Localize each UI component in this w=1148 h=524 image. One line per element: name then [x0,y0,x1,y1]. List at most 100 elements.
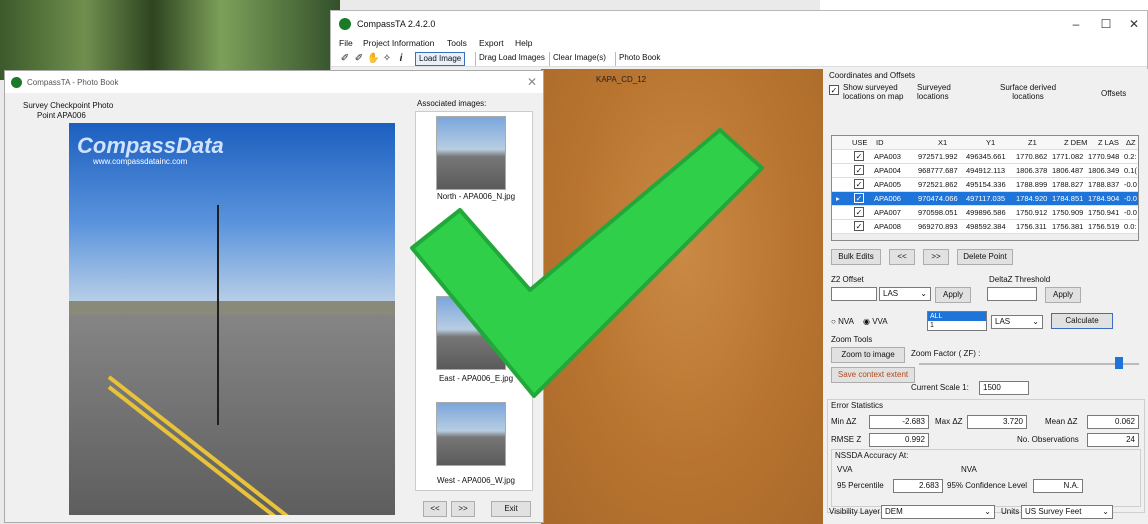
use-checkbox[interactable]: ✓ [854,221,864,231]
group-listbox[interactable]: ALL 1 [927,311,987,331]
max-dz-label: Max ΔZ [935,417,963,426]
max-dz-value: 3.720 [967,415,1027,429]
cell-id: APA006 [874,194,901,203]
maximize-icon[interactable]: ☐ [1091,15,1121,33]
surface-group-label: Surface derived locations [999,83,1057,101]
cell-id: APA005 [874,180,901,189]
pan-left-icon[interactable]: ✐ [339,52,351,65]
col-header-x1[interactable]: X1 [938,138,947,147]
min-dz-value: -2.683 [869,415,929,429]
menu-bar: File Project Information Tools Export He… [331,37,1147,51]
points-table[interactable]: USE ID X1 Y1 Z1 Z DEM Z LAS ΔZ D ✓ APA00… [831,135,1139,241]
use-checkbox[interactable]: ✓ [854,179,864,189]
cell-dz: -0.0 [1124,208,1137,217]
nva-radio[interactable]: ○ NVA [831,317,854,326]
cell-x1: 968777.687 [918,166,958,175]
prev-photo-button[interactable]: << [423,501,447,517]
prev-point-button[interactable]: << [889,249,915,265]
next-photo-button[interactable]: >> [451,501,475,517]
col-header-zlas[interactable]: Z LAS [1098,138,1119,147]
col-header-y1[interactable]: Y1 [986,138,995,147]
cell-id: APA003 [874,152,901,161]
confidence-label: 95% Confidence Level [947,481,1028,490]
table-row[interactable]: ✓ APA005 972521.862 495154.336 1788.899 … [832,178,1138,192]
zoom-factor-slider-thumb[interactable] [1115,357,1123,369]
load-image-button[interactable]: Load Image [415,52,466,66]
pointer-icon[interactable]: ✧ [381,52,393,65]
delete-point-button[interactable]: Delete Point [957,249,1013,265]
menu-help[interactable]: Help [515,38,532,48]
info-icon[interactable]: i [395,52,407,65]
col-header-id[interactable]: ID [876,138,884,147]
hand-icon[interactable]: ✋ [367,52,379,65]
window-title: CompassTA 2.4.2.0 [357,19,436,29]
col-header-use[interactable]: USE [852,138,867,147]
z2-apply-button[interactable]: Apply [935,287,971,303]
cell-dz: -0.0 [1124,194,1137,203]
cell-id: APA004 [874,166,901,175]
table-row-selected[interactable]: ▸ ✓ APA006 970474.066 497117.035 1784.92… [832,192,1138,206]
vva-radio[interactable]: ◉ VVA [863,317,888,326]
show-surveyed-checkbox[interactable]: ✓ [829,85,839,95]
visibility-layer-select[interactable]: DEM ⌄ [881,505,995,519]
bulk-edits-button[interactable]: Bulk Edits [831,249,881,265]
close-icon[interactable]: ✕ [1119,15,1148,33]
cell-dz: 0.0: [1124,222,1137,231]
close-icon[interactable]: ✕ [527,75,537,89]
col-header-dz[interactable]: ΔZ D [1126,138,1138,147]
desktop-background [0,0,340,80]
menu-tools[interactable]: Tools [447,38,467,48]
listbox-item-all[interactable]: ALL [928,312,986,321]
units-select[interactable]: US Survey Feet ⌄ [1021,505,1113,519]
listbox-item-1[interactable]: 1 [928,321,986,330]
z2-offset-input[interactable] [831,287,877,301]
calc-layer-select[interactable]: LAS ⌄ [991,315,1043,329]
table-row[interactable]: ✓ APA007 970598.051 499896.586 1750.912 … [832,206,1138,220]
deltaz-apply-button[interactable]: Apply [1045,287,1081,303]
panel-header: Coordinates and Offsets [829,71,916,80]
cell-z1: 1788.899 [1016,180,1048,189]
z2-layer-select[interactable]: LAS ⌄ [879,287,931,301]
col-header-zdem[interactable]: Z DEM [1064,138,1087,147]
col-header-z1[interactable]: Z1 [1028,138,1037,147]
mean-dz-label: Mean ΔZ [1045,417,1078,426]
cell-z1: 1770.862 [1016,152,1048,161]
use-checkbox[interactable]: ✓ [854,207,864,217]
table-row[interactable]: ✓ APA003 972571.992 496345.661 1770.862 … [832,150,1138,164]
menu-export[interactable]: Export [479,38,504,48]
zoom-to-image-button[interactable]: Zoom to image [831,347,905,363]
minimize-icon[interactable]: – [1061,15,1091,33]
checkpoint-photo: CompassData www.compassdatainc.com [69,123,395,515]
percentile-label: 95 Percentile [837,481,884,490]
calc-layer-value: LAS [995,317,1011,326]
table-row[interactable]: ✓ APA008 969270.893 498592.384 1756.311 … [832,220,1138,234]
use-checkbox[interactable]: ✓ [854,165,864,175]
cell-y1: 496345.661 [966,152,1006,161]
save-context-extent-button[interactable]: Save context extent [831,367,915,383]
offsets-group-label: Offsets [1101,89,1127,98]
current-scale-input[interactable]: 1500 [979,381,1029,395]
drag-load-images-button[interactable]: Drag Load Images [475,52,548,66]
zoom-factor-slider[interactable] [919,363,1139,365]
exit-button[interactable]: Exit [491,501,531,517]
associated-images-label: Associated images: [417,99,487,108]
cell-y1: 498592.384 [966,222,1006,231]
use-checkbox[interactable]: ✓ [854,151,864,161]
menu-project-information[interactable]: Project Information [363,38,434,48]
cell-zdem: 1806.487 [1052,166,1084,175]
cell-z1: 1784.920 [1016,194,1048,203]
use-checkbox[interactable]: ✓ [854,193,864,203]
table-header-row: USE ID X1 Y1 Z1 Z DEM Z LAS ΔZ D [832,136,1138,150]
clear-images-button[interactable]: Clear Image(s) [549,52,609,66]
calculate-button[interactable]: Calculate [1051,313,1113,329]
next-point-button[interactable]: >> [923,249,949,265]
menu-file[interactable]: File [339,38,353,48]
coordinates-panel: Coordinates and Offsets ✓ Show surveyed … [823,69,1148,524]
deltaz-threshold-input[interactable] [987,287,1037,301]
pan-right-icon[interactable]: ✐ [353,52,365,65]
table-row[interactable]: ✓ APA004 968777.687 494912.113 1806.378 … [832,164,1138,178]
z2-layer-value: LAS [883,289,899,298]
horizontal-scrollbar[interactable] [832,234,1138,240]
title-bar: CompassTA 2.4.2.0 – ☐ ✕ [331,11,1147,37]
photo-book-button[interactable]: Photo Book [615,52,663,66]
